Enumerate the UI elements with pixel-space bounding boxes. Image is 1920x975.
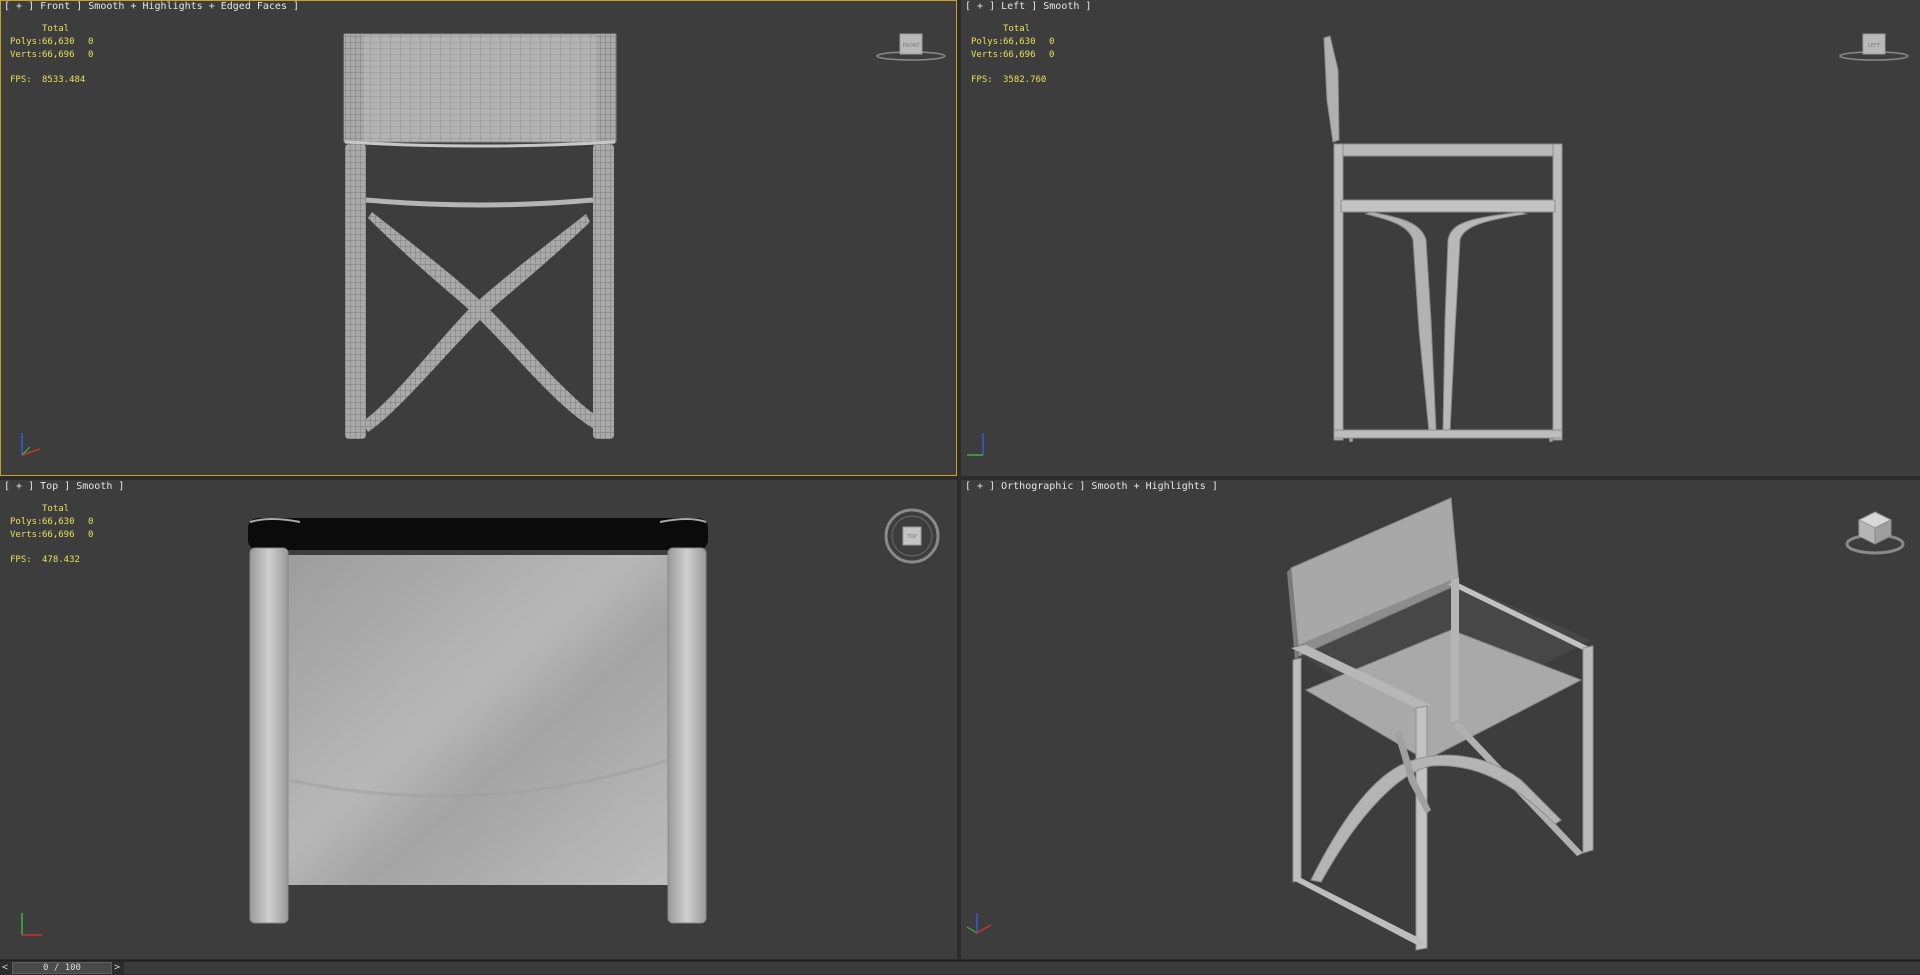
chair-front-wireframe <box>343 33 617 439</box>
navcube-face-label: TOP <box>906 534 917 540</box>
axis-tripod-icon <box>966 913 992 934</box>
view-cube-icon[interactable]: FRONT <box>876 30 946 64</box>
view-cube-icon[interactable]: TOP <box>884 508 940 564</box>
chevron-left-icon[interactable]: < <box>0 962 10 974</box>
navcube-face-label: FRONT <box>902 43 920 49</box>
chair-perspective-view <box>1287 497 1594 951</box>
axis-tripod-icon <box>21 433 41 456</box>
viewport-orthographic[interactable]: [ + ] Orthographic ] Smooth + Highlights… <box>961 480 1920 959</box>
viewport-front[interactable]: [ + ] Front ] Smooth + Highlights + Edge… <box>0 0 957 476</box>
timeline-track[interactable] <box>124 962 1920 974</box>
axis-tripod-icon <box>21 913 42 936</box>
time-slider[interactable]: 0 / 100 <box>12 962 112 974</box>
viewport-top[interactable]: [ + ] Top ] Smooth ] Total Polys:66,630 0… <box>0 480 957 959</box>
chair-top-view <box>248 518 708 924</box>
viewport-left[interactable]: [ + ] Left ] Smooth ] Total Polys:66,630… <box>961 0 1920 476</box>
chevron-right-icon[interactable]: > <box>112 962 122 974</box>
view-cube-icon[interactable]: LEFT <box>1839 30 1909 64</box>
chair-left-view <box>1323 35 1563 442</box>
frame-counter: 0 / 100 <box>43 963 81 973</box>
timeline-bar: < 0 / 100 > <box>0 960 1920 975</box>
axis-tripod-icon <box>967 433 984 456</box>
navcube-face-label: LEFT <box>1868 43 1881 49</box>
view-cube-icon[interactable] <box>1845 508 1905 556</box>
